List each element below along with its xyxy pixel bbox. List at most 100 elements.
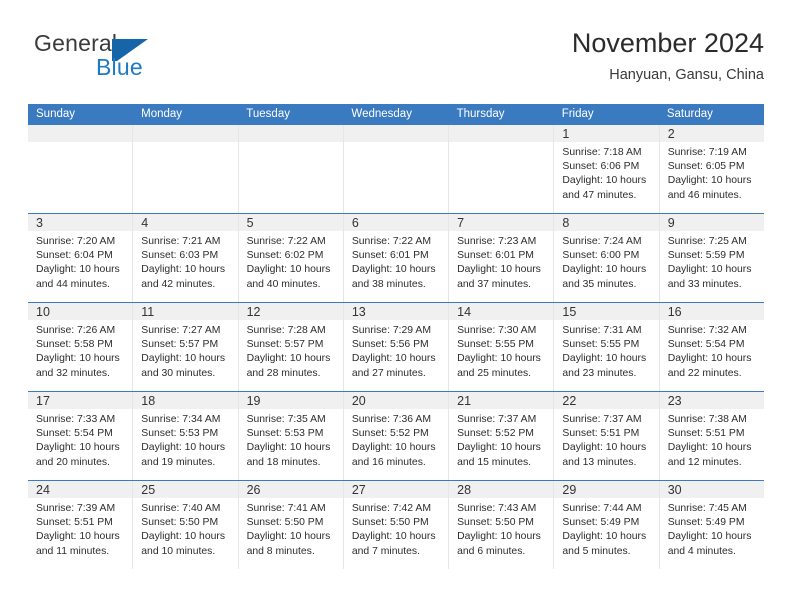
day-number-band: 2 <box>659 125 764 142</box>
calendar-day-cell[interactable]: 12 Sunrise: 7:28 AM Sunset: 5:57 PM Dayligh… <box>238 303 344 391</box>
day-detail-line: Sunrise: 7:20 AM <box>36 236 116 247</box>
calendar-day-cell[interactable]: 14 Sunrise: 7:30 AM Sunset: 5:55 PM Dayligh… <box>449 303 555 391</box>
day-number-band: 8 <box>554 214 659 231</box>
day-number-band: 18 <box>133 392 238 409</box>
day-number-band: 16 <box>659 303 764 320</box>
calendar-day-cell[interactable]: 1 Sunrise: 7:18 AM Sunset: 6:06 PM Daylight… <box>554 125 660 213</box>
day-number: 11 <box>141 305 155 319</box>
weekday-header-tuesday: Tuesday <box>246 108 290 120</box>
calendar-day-cell[interactable]: 24 Sunrise: 7:39 AM Sunset: 5:51 PM Dayligh… <box>28 481 134 569</box>
day-detail-line: Sunset: 5:52 PM <box>457 428 534 440</box>
calendar-day-cell[interactable]: 3 Sunrise: 7:20 AM Sunset: 6:04 PM Daylight… <box>28 214 134 302</box>
day-detail-line: and 35 minutes. <box>562 278 637 290</box>
day-detail-line: Daylight: 10 hours <box>246 353 331 365</box>
calendar-day-cell[interactable]: 9 Sunrise: 7:25 AM Sunset: 5:59 PM Daylight… <box>659 214 764 302</box>
day-number-band: 5 <box>238 214 343 231</box>
day-detail-line: Daylight: 10 hours <box>667 175 752 187</box>
day-number-band: 15 <box>554 303 659 320</box>
day-details: Sunrise: 7:35 AM Sunset: 5:53 PM Daylight:… <box>239 409 343 470</box>
day-details <box>344 142 448 146</box>
day-number-band: 6 <box>343 214 449 231</box>
calendar-day-cell[interactable]: 13 Sunrise: 7:29 AM Sunset: 5:56 PM Dayligh… <box>343 303 450 391</box>
day-detail-line: and 23 minutes. <box>562 367 637 379</box>
page-subtitle: Hanyuan, Gansu, China <box>609 67 764 83</box>
day-detail-line: and 7 minutes. <box>351 545 421 557</box>
day-detail-line: Daylight: 10 hours <box>141 264 226 276</box>
day-detail-line: Sunrise: 7:38 AM <box>667 414 747 425</box>
day-detail-line: and 10 minutes. <box>141 545 216 557</box>
calendar-day-cell[interactable]: 19 Sunrise: 7:35 AM Sunset: 5:53 PM Dayligh… <box>238 392 344 480</box>
day-details: Sunrise: 7:25 AM Sunset: 5:59 PM Daylight:… <box>660 231 764 292</box>
day-details: Sunrise: 7:29 AM Sunset: 5:56 PM Daylight:… <box>344 320 448 381</box>
calendar-day-cell[interactable]: 27 Sunrise: 7:42 AM Sunset: 5:50 PM Dayligh… <box>343 481 450 569</box>
day-detail-line: Sunset: 5:57 PM <box>141 339 219 351</box>
calendar-day-cell[interactable]: 26 Sunrise: 7:41 AM Sunset: 5:50 PM Dayligh… <box>238 481 344 569</box>
calendar-day-cell[interactable]: 22 Sunrise: 7:37 AM Sunset: 5:51 PM Dayligh… <box>554 392 660 480</box>
day-number: 21 <box>457 394 472 408</box>
calendar-day-cell[interactable]: 4 Sunrise: 7:21 AM Sunset: 6:03 PM Daylight… <box>133 214 239 302</box>
calendar-day-cell[interactable]: 11 Sunrise: 7:27 AM Sunset: 5:57 PM Dayligh… <box>133 303 239 391</box>
day-number-band: 10 <box>28 303 133 320</box>
day-detail-line: Daylight: 10 hours <box>351 531 436 543</box>
calendar-day-cell[interactable]: 15 Sunrise: 7:31 AM Sunset: 5:55 PM Dayligh… <box>554 303 660 391</box>
brand-name-general: General <box>34 30 118 56</box>
day-number: 19 <box>246 394 261 408</box>
day-number: 25 <box>141 483 156 497</box>
calendar-day-cell[interactable]: 2 Sunrise: 7:19 AM Sunset: 6:05 PM Daylight… <box>659 125 764 213</box>
day-number-band: 7 <box>449 214 554 231</box>
calendar-day-cell[interactable]: 5 Sunrise: 7:22 AM Sunset: 6:02 PM Daylight… <box>238 214 344 302</box>
day-detail-line: and 25 minutes. <box>457 367 532 379</box>
day-detail-line: Sunrise: 7:43 AM <box>457 503 537 514</box>
day-detail-line: Daylight: 10 hours <box>457 531 541 543</box>
day-details <box>133 142 237 146</box>
day-number-band: 11 <box>133 303 238 320</box>
calendar-day-cell[interactable]: 16 Sunrise: 7:32 AM Sunset: 5:54 PM Dayligh… <box>659 303 764 391</box>
calendar-week-row: 3 Sunrise: 7:20 AM Sunset: 6:04 PM Daylight… <box>28 213 764 302</box>
day-details: Sunrise: 7:36 AM Sunset: 5:52 PM Daylight:… <box>344 409 448 470</box>
calendar-day-cell[interactable]: 25 Sunrise: 7:40 AM Sunset: 5:50 PM Dayligh… <box>133 481 239 569</box>
day-number: 24 <box>36 483 50 497</box>
day-detail-line: Daylight: 10 hours <box>36 353 120 365</box>
day-detail-line: Sunset: 5:52 PM <box>351 428 429 440</box>
calendar-day-cell[interactable]: 30 Sunrise: 7:45 AM Sunset: 5:49 PM Dayligh… <box>659 481 764 569</box>
calendar-day-cell[interactable]: 28 Sunrise: 7:43 AM Sunset: 5:50 PM Dayligh… <box>449 481 555 569</box>
day-detail-line: Daylight: 10 hours <box>246 442 331 454</box>
day-details <box>449 142 553 146</box>
calendar-day-cell[interactable]: 29 Sunrise: 7:44 AM Sunset: 5:49 PM Dayligh… <box>554 481 660 569</box>
calendar-day-cell[interactable]: 20 Sunrise: 7:36 AM Sunset: 5:52 PM Dayligh… <box>343 392 450 480</box>
day-number-band: 25 <box>133 481 238 498</box>
day-number-band: 28 <box>449 481 554 498</box>
day-detail-line: and 8 minutes. <box>246 545 315 557</box>
day-detail-line: Sunset: 5:50 PM <box>457 517 534 529</box>
day-details: Sunrise: 7:38 AM Sunset: 5:51 PM Daylight:… <box>660 409 764 470</box>
day-details <box>28 142 132 146</box>
day-number: 16 <box>667 305 682 319</box>
calendar-day-cell[interactable]: 10 Sunrise: 7:26 AM Sunset: 5:58 PM Dayligh… <box>28 303 134 391</box>
day-detail-line: Sunset: 6:04 PM <box>36 250 113 262</box>
calendar-day-cell[interactable]: 8 Sunrise: 7:24 AM Sunset: 6:00 PM Daylight… <box>554 214 660 302</box>
day-detail-line: Sunrise: 7:31 AM <box>562 325 642 336</box>
brand-logo[interactable]: General Blue <box>34 30 254 92</box>
calendar-week-row: 24 Sunrise: 7:39 AM Sunset: 5:51 PM Dayligh… <box>28 480 764 569</box>
day-detail-line: Sunrise: 7:45 AM <box>667 503 747 514</box>
calendar-day-cell[interactable]: 6 Sunrise: 7:22 AM Sunset: 6:01 PM Daylight… <box>343 214 450 302</box>
day-detail-line: and 13 minutes. <box>562 456 637 468</box>
day-detail-line: Sunrise: 7:36 AM <box>351 414 431 425</box>
calendar-day-cell[interactable]: 18 Sunrise: 7:34 AM Sunset: 5:53 PM Dayligh… <box>133 392 239 480</box>
day-detail-line: Daylight: 10 hours <box>36 264 120 276</box>
day-details: Sunrise: 7:37 AM Sunset: 5:52 PM Daylight:… <box>449 409 553 470</box>
day-detail-line: Sunset: 5:49 PM <box>562 517 640 529</box>
day-details: Sunrise: 7:27 AM Sunset: 5:57 PM Daylight:… <box>133 320 237 381</box>
day-details: Sunrise: 7:41 AM Sunset: 5:50 PM Daylight:… <box>239 498 343 559</box>
calendar-day-cell[interactable]: 21 Sunrise: 7:37 AM Sunset: 5:52 PM Dayligh… <box>449 392 555 480</box>
day-detail-line: Sunrise: 7:22 AM <box>246 236 326 247</box>
calendar-day-cell[interactable]: 7 Sunrise: 7:23 AM Sunset: 6:01 PM Daylight… <box>449 214 555 302</box>
day-detail-line: and 16 minutes. <box>351 456 426 468</box>
calendar-day-cell[interactable]: 23 Sunrise: 7:38 AM Sunset: 5:51 PM Dayligh… <box>659 392 764 480</box>
calendar-day-cell[interactable]: 17 Sunrise: 7:33 AM Sunset: 5:54 PM Dayligh… <box>28 392 134 480</box>
day-detail-line: and 11 minutes. <box>36 545 110 557</box>
day-detail-line: Daylight: 10 hours <box>36 442 120 454</box>
day-detail-line: Sunset: 6:00 PM <box>562 250 640 262</box>
day-number-band <box>238 125 343 142</box>
day-detail-line: Sunset: 5:53 PM <box>141 428 219 440</box>
